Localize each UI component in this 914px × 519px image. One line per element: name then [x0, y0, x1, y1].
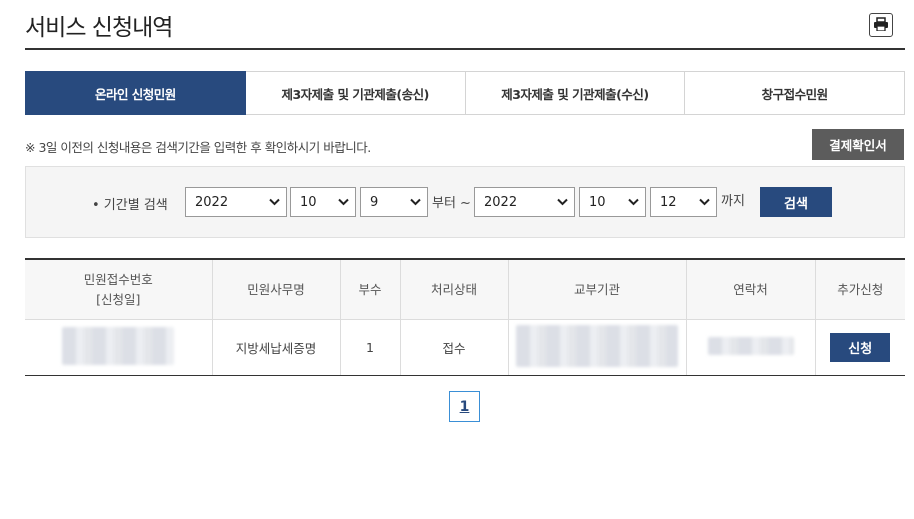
search-panel: • 기간별 검색 2022 10 9 부터 ~ 2022 10 12 까지 검색 [25, 166, 905, 238]
payment-receipt-button[interactable]: 결제확인서 [812, 129, 904, 160]
page-title: 서비스 신청내역 [25, 15, 173, 41]
tab-online-applications[interactable]: 온라인 신청민원 [25, 71, 246, 115]
tab-counter-applications[interactable]: 창구접수민원 [685, 71, 905, 115]
column-header-status: 처리상태 [400, 258, 509, 320]
chevron-down-icon [628, 198, 639, 206]
issuing-agency-cell [508, 319, 687, 376]
chevron-down-icon [699, 198, 710, 206]
chevron-down-icon [410, 198, 421, 206]
redacted-receipt-number [62, 327, 175, 365]
to-month-select[interactable]: 10 [579, 187, 646, 217]
apply-button[interactable]: 신청 [830, 333, 891, 362]
from-day-select[interactable]: 9 [360, 187, 428, 217]
column-header-contact: 연락처 [686, 258, 816, 320]
to-day-value: 12 [660, 194, 677, 210]
print-button[interactable] [869, 13, 893, 37]
receipt-number-cell [25, 319, 213, 376]
to-year-select[interactable]: 2022 [474, 187, 575, 217]
search-button[interactable]: 검색 [760, 187, 832, 217]
to-year-value: 2022 [484, 194, 518, 210]
tab-bar: 온라인 신청민원 제3자제출 및 기관제출(송신) 제3자제출 및 기관제출(수… [25, 71, 905, 115]
column-header-issuing-agency: 교부기관 [508, 258, 687, 320]
chevron-down-icon [338, 198, 349, 206]
redacted-issuing-agency [516, 325, 678, 367]
service-name-cell: 지방세납세증명 [212, 319, 341, 376]
to-suffix: 까지 [721, 194, 745, 209]
contact-cell [686, 319, 816, 376]
applications-table: 민원접수번호 [신청일] 민원사무명 부수 처리상태 교부기관 연락처 추가신청… [25, 258, 905, 376]
column-header-copies: 부수 [340, 258, 401, 320]
column-header-receipt-number: 민원접수번호 [신청일] [25, 258, 213, 320]
printer-icon [873, 16, 889, 35]
page-number-1[interactable]: 1 [449, 391, 480, 422]
from-year-value: 2022 [195, 194, 229, 210]
column-header-additional-request: 추가신청 [815, 258, 905, 320]
chevron-down-icon [269, 198, 280, 206]
from-month-select[interactable]: 10 [290, 187, 356, 217]
table-row: 지방세납세증명 1 접수 신청 [25, 319, 905, 376]
from-suffix: 부터 ~ [432, 196, 471, 211]
chevron-down-icon [557, 198, 568, 206]
table-header-row: 민원접수번호 [신청일] 민원사무명 부수 처리상태 교부기관 연락처 추가신청 [25, 258, 905, 320]
tab-third-party-sent[interactable]: 제3자제출 및 기관제출(송신) [245, 71, 466, 115]
status-cell: 접수 [400, 319, 509, 376]
search-notice: ※ 3일 이전의 신청내용은 검색기간을 입력한 후 확인하시기 바랍니다. [25, 140, 371, 155]
tab-third-party-received[interactable]: 제3자제출 및 기관제출(수신) [465, 71, 686, 115]
title-divider [25, 48, 905, 50]
from-month-value: 10 [300, 194, 317, 210]
from-day-value: 9 [370, 194, 379, 210]
copies-cell: 1 [340, 319, 401, 376]
search-label: • 기간별 검색 [92, 198, 168, 213]
to-month-value: 10 [589, 194, 606, 210]
from-year-select[interactable]: 2022 [185, 187, 287, 217]
additional-request-cell: 신청 [815, 319, 905, 376]
to-day-select[interactable]: 12 [650, 187, 717, 217]
column-header-service-name: 민원사무명 [212, 258, 341, 320]
redacted-contact [707, 337, 794, 355]
